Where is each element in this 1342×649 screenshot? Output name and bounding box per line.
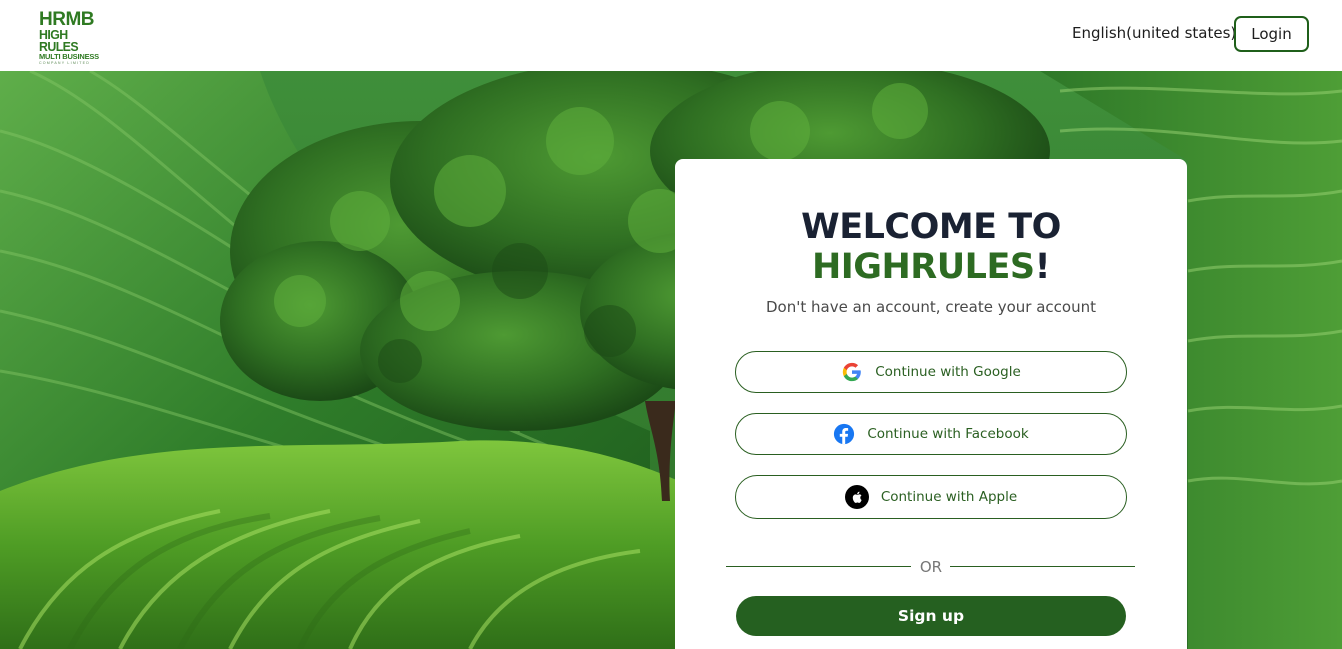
apple-button-label: Continue with Apple	[880, 489, 1018, 505]
logo-tagline: MULTI BUSINESS	[39, 52, 99, 61]
company-logo[interactable]: HRMB HIGH RULES MULTI BUSINESS COMPANY L…	[39, 10, 113, 65]
logo-name: HIGH RULES	[39, 27, 79, 54]
divider-right	[950, 566, 1135, 567]
card-subtitle: Don't have an account, create your accou…	[766, 298, 1096, 316]
welcome-title: WELCOME TO	[801, 207, 1061, 247]
continue-with-google-button[interactable]: Continue with Google	[735, 351, 1127, 393]
brand-name: HIGHRULES	[811, 247, 1035, 287]
sign-up-button[interactable]: Sign up	[736, 596, 1126, 636]
google-button-label: Continue with Google	[875, 364, 1021, 380]
apple-icon	[844, 485, 869, 509]
brand-exclamation: !	[1034, 247, 1051, 287]
facebook-icon	[833, 423, 855, 445]
continue-with-apple-button[interactable]: Continue with Apple	[735, 475, 1127, 519]
divider-left	[726, 566, 911, 567]
google-g-icon	[841, 361, 863, 383]
top-header: HRMB HIGH RULES MULTI BUSINESS COMPANY L…	[0, 0, 1342, 71]
continue-with-facebook-button[interactable]: Continue with Facebook	[735, 413, 1127, 455]
login-button[interactable]: Login	[1234, 16, 1309, 52]
facebook-button-label: Continue with Facebook	[867, 426, 1029, 442]
logo-suffix: COMPANY LIMITED	[39, 61, 91, 65]
or-separator-text: OR	[919, 558, 943, 576]
brand-title: HIGHRULES!	[675, 247, 1187, 287]
language-selector[interactable]: English(united states)	[1072, 24, 1236, 42]
